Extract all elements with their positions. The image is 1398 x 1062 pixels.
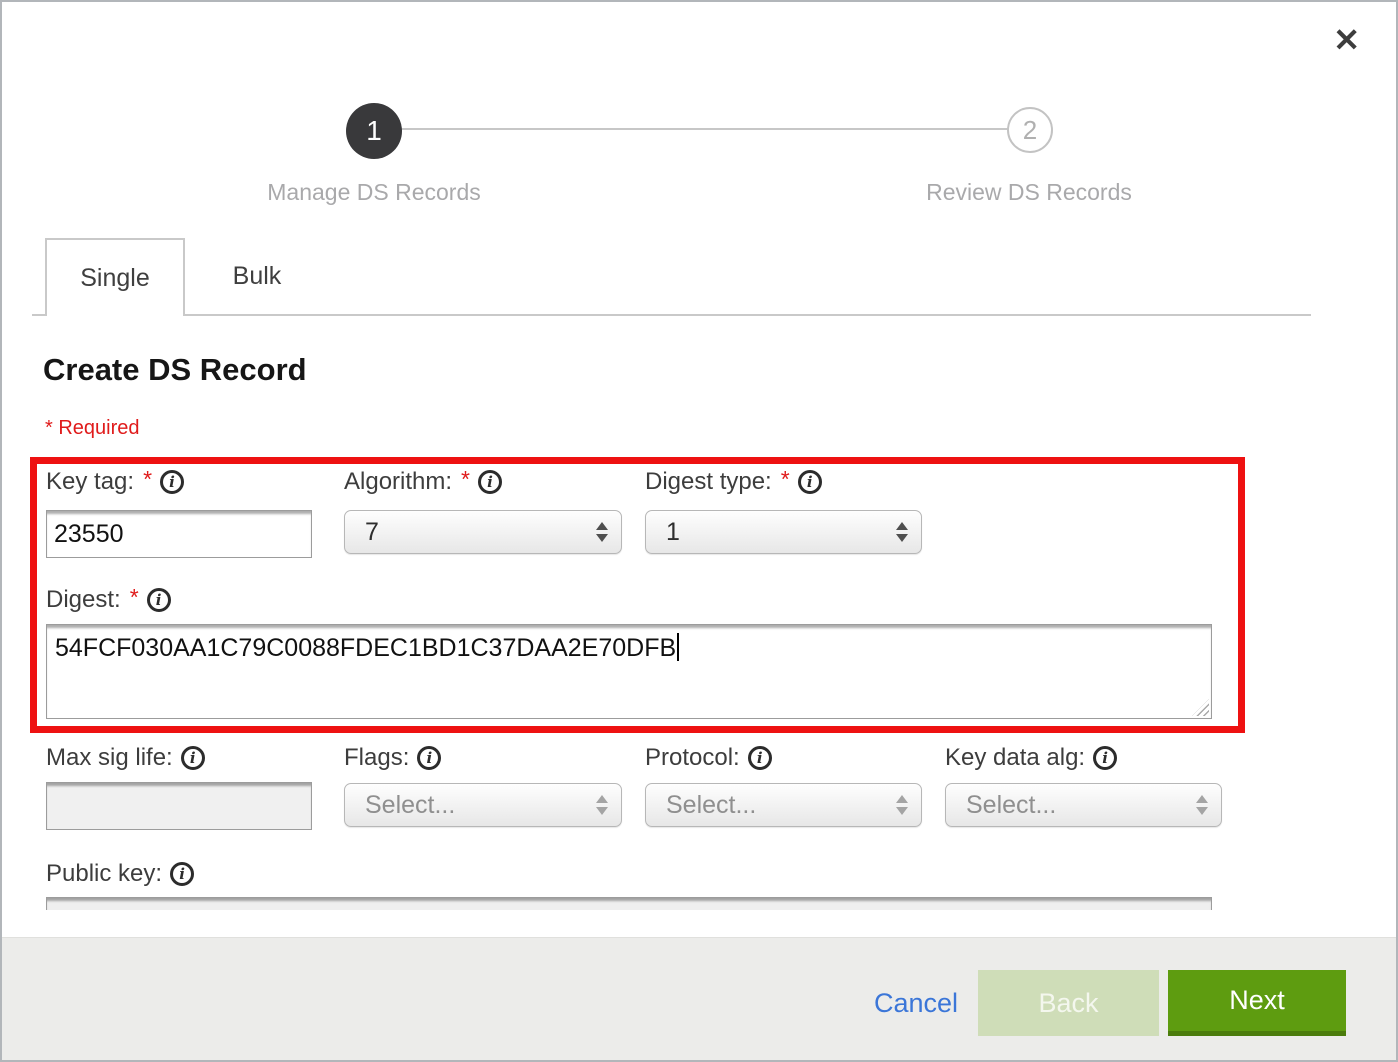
protocol-label: Protocol: i <box>645 744 772 772</box>
tab-bar: Single Bulk <box>32 238 1311 316</box>
key-data-alg-info-icon[interactable]: i <box>1093 746 1117 770</box>
cancel-button[interactable]: Cancel <box>874 988 958 1019</box>
step-2-indicator: 2 <box>1007 107 1053 153</box>
create-ds-record-dialog: ✕ 1 2 Manage DS Records Review DS Record… <box>0 0 1398 1062</box>
select-arrows-icon <box>896 522 908 542</box>
algorithm-select[interactable]: 7 <box>344 510 622 554</box>
digest-type-required-asterisk: * <box>781 466 790 493</box>
key-tag-input[interactable] <box>46 510 312 558</box>
digest-type-select[interactable]: 1 <box>645 510 922 554</box>
key-tag-label-text: Key tag: <box>46 468 134 496</box>
key-data-alg-label-text: Key data alg: <box>945 744 1085 772</box>
flags-label-text: Flags: <box>344 744 409 772</box>
resize-grip-icon[interactable] <box>1192 699 1209 716</box>
tab-bulk[interactable]: Bulk <box>197 238 317 314</box>
key-data-alg-select-value: Select... <box>966 791 1056 820</box>
digest-required-asterisk: * <box>130 584 139 611</box>
text-caret <box>677 633 679 661</box>
digest-label: Digest: * i <box>46 586 171 614</box>
stepper-connector-line <box>402 128 1009 130</box>
algorithm-label: Algorithm: * i <box>344 468 502 496</box>
key-tag-info-icon[interactable]: i <box>160 470 184 494</box>
digest-textarea[interactable]: 54FCF030AA1C79C0088FDEC1BD1C37DAA2E70DFB <box>46 624 1212 719</box>
public-key-label: Public key: i <box>46 860 194 888</box>
key-tag-label: Key tag: * i <box>46 468 184 496</box>
digest-type-label-text: Digest type: <box>645 468 772 496</box>
max-sig-life-input[interactable] <box>46 782 312 830</box>
step-1-indicator: 1 <box>346 103 402 159</box>
flags-label: Flags: i <box>344 744 441 772</box>
digest-type-info-icon[interactable]: i <box>798 470 822 494</box>
step-2-label: Review DS Records <box>829 179 1229 206</box>
digest-type-label: Digest type: * i <box>645 468 822 496</box>
protocol-select-value: Select... <box>666 791 756 820</box>
required-note: * Required <box>45 417 140 440</box>
public-key-textarea[interactable] <box>46 897 1212 910</box>
algorithm-label-text: Algorithm: <box>344 468 452 496</box>
select-arrows-icon <box>896 795 908 815</box>
select-arrows-icon <box>596 522 608 542</box>
digest-label-text: Digest: <box>46 586 121 614</box>
select-arrows-icon <box>1196 795 1208 815</box>
digest-value: 54FCF030AA1C79C0088FDEC1BD1C37DAA2E70DFB <box>55 634 676 662</box>
close-icon[interactable]: ✕ <box>1333 24 1360 56</box>
flags-select-value: Select... <box>365 791 455 820</box>
algorithm-info-icon[interactable]: i <box>478 470 502 494</box>
tab-single[interactable]: Single <box>45 238 185 316</box>
flags-select[interactable]: Select... <box>344 783 622 827</box>
page-title: Create DS Record <box>43 352 307 388</box>
algorithm-required-asterisk: * <box>461 466 470 493</box>
flags-info-icon[interactable]: i <box>417 746 441 770</box>
algorithm-select-value: 7 <box>365 518 379 547</box>
back-button: Back <box>978 970 1159 1036</box>
public-key-label-text: Public key: <box>46 860 162 888</box>
key-data-alg-select[interactable]: Select... <box>945 783 1222 827</box>
key-tag-required-asterisk: * <box>143 466 152 493</box>
max-sig-life-label: Max sig life: i <box>46 744 205 772</box>
step-1-label: Manage DS Records <box>174 179 574 206</box>
protocol-info-icon[interactable]: i <box>748 746 772 770</box>
key-data-alg-label: Key data alg: i <box>945 744 1117 772</box>
max-sig-life-label-text: Max sig life: <box>46 744 173 772</box>
digest-type-select-value: 1 <box>666 518 680 547</box>
select-arrows-icon <box>596 795 608 815</box>
protocol-select[interactable]: Select... <box>645 783 922 827</box>
protocol-label-text: Protocol: <box>645 744 740 772</box>
dialog-footer: Cancel Back Next <box>2 937 1396 1060</box>
digest-info-icon[interactable]: i <box>147 588 171 612</box>
public-key-info-icon[interactable]: i <box>170 862 194 886</box>
next-button[interactable]: Next <box>1168 970 1346 1036</box>
max-sig-life-info-icon[interactable]: i <box>181 746 205 770</box>
